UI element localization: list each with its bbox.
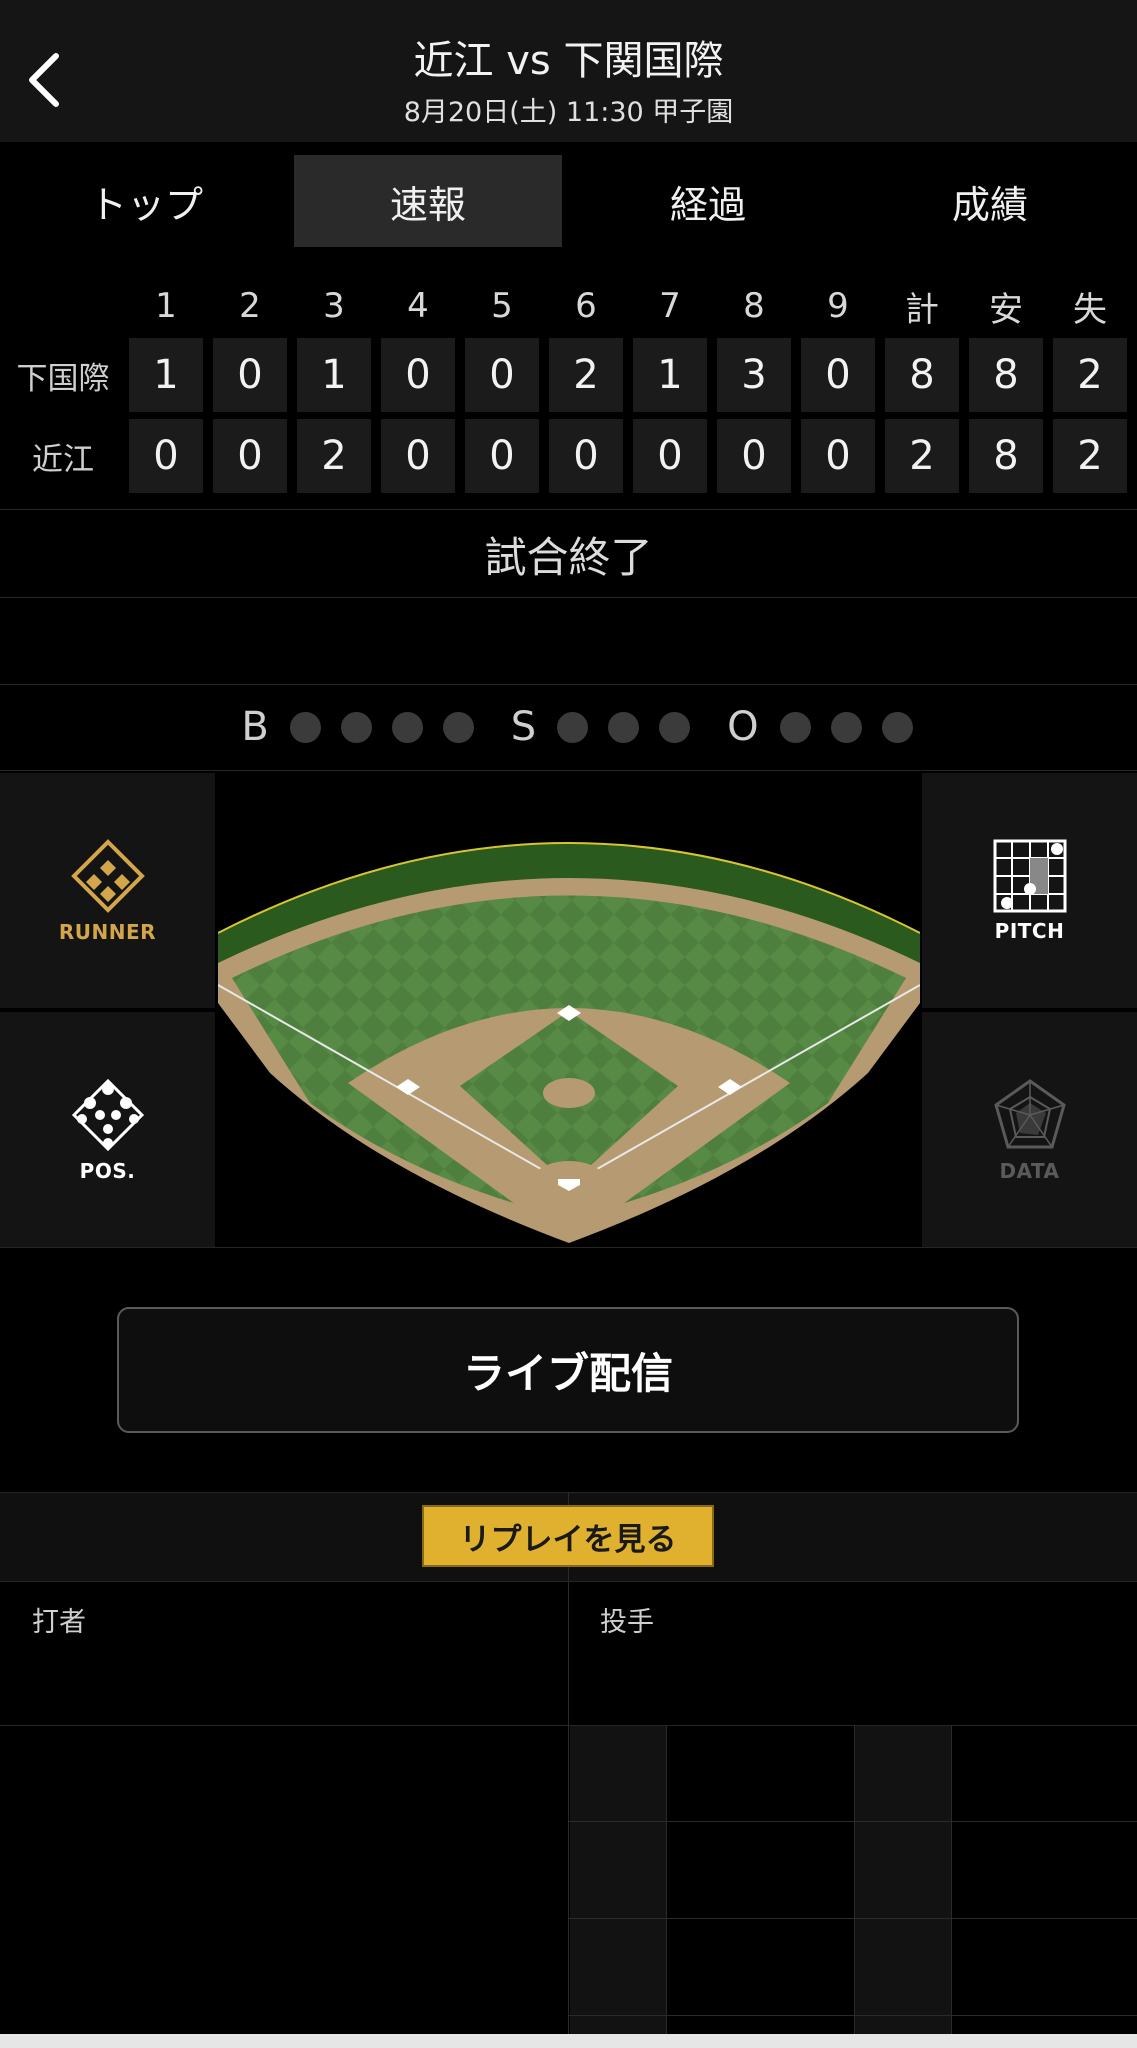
- tab-stats[interactable]: 成績: [856, 155, 1124, 247]
- ball-indicator: [289, 711, 321, 743]
- grid-line: [951, 1726, 952, 2048]
- inning-header: 1: [155, 286, 177, 326]
- score-cell: 1: [633, 338, 707, 412]
- hits-header: 安: [989, 289, 1023, 330]
- grid-column: [570, 1726, 666, 2048]
- tab-live-report[interactable]: 速報: [294, 155, 562, 247]
- score-cell: 0: [213, 338, 287, 412]
- ball-strike-out-count: B S O: [0, 688, 1137, 766]
- hits-cell: 8: [969, 338, 1043, 412]
- score-cell: 0: [717, 419, 791, 493]
- out-indicator: [830, 711, 862, 743]
- strikes-label: S: [510, 704, 537, 750]
- score-cell: 2: [549, 338, 623, 412]
- inning-header: 8: [743, 286, 765, 326]
- score-cell: 1: [129, 338, 203, 412]
- inning-header: 4: [407, 286, 429, 326]
- baseball-field: [217, 773, 921, 1246]
- tab-progress[interactable]: 経過: [574, 155, 842, 247]
- divider: [0, 1247, 1137, 1248]
- divider: [0, 509, 1137, 510]
- errors-cell: 2: [1053, 338, 1127, 412]
- live-stream-button[interactable]: ライブ配信: [117, 1307, 1019, 1433]
- score-cell: 0: [465, 338, 539, 412]
- strike-indicator: [557, 711, 589, 743]
- runner-button[interactable]: RUNNER: [0, 773, 215, 1008]
- grid-line: [666, 1726, 667, 2048]
- score-cell: 0: [213, 419, 287, 493]
- field-diagram: [217, 842, 921, 1243]
- pitcher-label: 投手: [600, 1607, 654, 1638]
- grid-line: [569, 2015, 1137, 2016]
- inning-header: 3: [323, 286, 345, 326]
- inning-header: 9: [827, 286, 849, 326]
- data-label: DATA: [999, 1158, 1060, 1183]
- pitch-label: PITCH: [994, 918, 1065, 943]
- out-indicator: [881, 711, 913, 743]
- grid-column: [855, 1726, 951, 2048]
- team-name-home: 近江: [32, 441, 94, 478]
- divider: [0, 770, 1137, 771]
- divider: [0, 597, 1137, 598]
- out-indicator: [779, 711, 811, 743]
- score-cell: 1: [297, 338, 371, 412]
- score-cell: 3: [717, 338, 791, 412]
- grid-line: [569, 1918, 1137, 1919]
- data-button[interactable]: DATA: [922, 1012, 1137, 1247]
- runner-label: RUNNER: [58, 919, 157, 944]
- page-title: 近江 vs 下関国際: [413, 38, 724, 84]
- strike-indicator: [659, 711, 691, 743]
- batter-label: 打者: [32, 1607, 86, 1638]
- ball-indicator: [391, 711, 423, 743]
- runner-diamond-icon: [70, 838, 145, 913]
- errors-header: 失: [1073, 289, 1107, 330]
- divider: [0, 1725, 1137, 1726]
- ball-indicator: [340, 711, 372, 743]
- inning-header: 7: [659, 286, 681, 326]
- total-runs-cell: 8: [885, 338, 959, 412]
- ball-indicator: [442, 711, 474, 743]
- team-name-away: 下国際: [16, 360, 110, 397]
- position-button[interactable]: POS.: [0, 1012, 215, 1247]
- total-runs-cell: 2: [885, 419, 959, 493]
- grid-line: [854, 1726, 855, 2048]
- divider: [0, 1581, 1137, 1582]
- game-info: 8月20日(土) 11:30 甲子園: [403, 97, 734, 128]
- score-cell: 0: [381, 419, 455, 493]
- pitch-grid-icon: [993, 839, 1066, 912]
- divider: [0, 684, 1137, 685]
- inning-header: 6: [575, 286, 597, 326]
- score-cell: 0: [465, 419, 539, 493]
- score-cell: 0: [549, 419, 623, 493]
- pitch-button[interactable]: PITCH: [922, 773, 1137, 1008]
- game-status: 試合終了: [484, 532, 653, 582]
- balls-label: B: [241, 704, 269, 750]
- score-cell: 0: [801, 338, 875, 412]
- outs-label: O: [727, 704, 759, 750]
- ad-banner[interactable]: [0, 2034, 1137, 2048]
- score-cell: 0: [801, 419, 875, 493]
- position-dots-icon: [71, 1078, 144, 1151]
- replay-button[interactable]: リプレイを見る: [422, 1505, 714, 1567]
- total-runs-header: 計: [905, 289, 939, 330]
- tab-top[interactable]: トップ: [12, 155, 280, 247]
- position-label: POS.: [79, 1158, 136, 1183]
- score-cell: 0: [129, 419, 203, 493]
- radar-chart-icon: [993, 1078, 1066, 1148]
- score-cell: 0: [633, 419, 707, 493]
- errors-cell: 2: [1053, 419, 1127, 493]
- inning-header: 2: [239, 286, 261, 326]
- score-cell: 0: [381, 338, 455, 412]
- score-cell: 2: [297, 419, 371, 493]
- hits-cell: 8: [969, 419, 1043, 493]
- grid-line: [569, 1821, 1137, 1822]
- inning-header: 5: [491, 286, 513, 326]
- strike-indicator: [608, 711, 640, 743]
